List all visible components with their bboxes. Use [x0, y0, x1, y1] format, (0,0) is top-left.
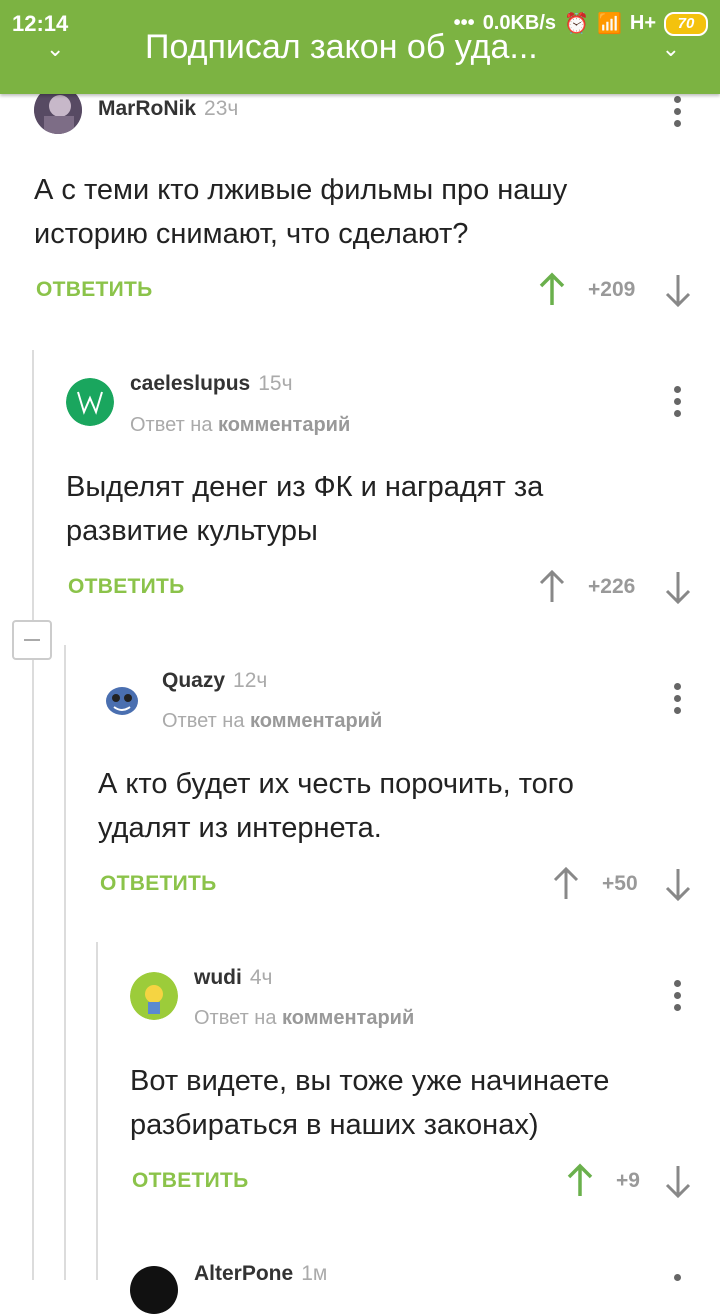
comment-time: 1м [301, 1262, 328, 1285]
status-icons: ••• 0.0KB/s ⏰ 📶 H+ 70 [454, 11, 708, 36]
comment-author[interactable]: caeleslupus 15ч [130, 372, 293, 396]
comment-author[interactable]: AlterPone 1м [194, 1262, 327, 1286]
thread-line [96, 942, 98, 1280]
signal-icon: 📶 [596, 13, 622, 35]
more-menu-icon[interactable] [674, 980, 682, 1016]
avatar[interactable] [130, 972, 178, 1020]
avatar[interactable] [130, 1266, 178, 1314]
comment-author[interactable]: MarRoNik 23ч [98, 97, 238, 121]
network-type: H+ [629, 12, 656, 34]
upvote-arrow-icon[interactable] [538, 569, 566, 605]
app-header: 12:14 ⌄ Подписал закон об уда... ⌄ ••• 0… [0, 0, 720, 94]
upvote-arrow-icon[interactable] [552, 866, 580, 902]
dots-icon: ••• [453, 12, 475, 34]
comment-author[interactable]: Quazy 12ч [162, 669, 267, 693]
comment-text: Выделят денег из ФК и наградят за развит… [66, 471, 544, 547]
downvote-arrow-icon[interactable] [664, 866, 692, 902]
comment-time: 15ч [258, 372, 293, 395]
comment-text: Вот видете, вы тоже уже начинаете разбир… [130, 1065, 610, 1141]
upvote-arrow-icon[interactable] [538, 272, 566, 308]
avatar[interactable] [66, 378, 114, 426]
thread-line [32, 350, 34, 1280]
downvote-arrow-icon[interactable] [664, 1163, 692, 1199]
comment-rating: +50 [602, 872, 638, 895]
comment-rating: +209 [588, 278, 636, 301]
more-menu-icon[interactable] [674, 96, 682, 132]
upvote-arrow-icon[interactable] [566, 1163, 594, 1199]
collapse-thread-button[interactable] [12, 620, 52, 660]
comment-author[interactable]: wudi 4ч [194, 966, 272, 990]
comment-rating: +9 [616, 1169, 640, 1192]
downvote-arrow-icon[interactable] [664, 272, 692, 308]
reply-to-label[interactable]: Ответ на комментарий [194, 1007, 414, 1030]
downvote-arrow-icon[interactable] [664, 569, 692, 605]
more-menu-icon[interactable] [674, 683, 682, 719]
comment-text: А с теми кто лживые фильмы про нашу исто… [34, 174, 568, 250]
avatar[interactable] [98, 675, 146, 723]
reply-button[interactable]: ОТВЕТИТЬ [68, 575, 185, 599]
reply-to-label[interactable]: Ответ на комментарий [162, 710, 382, 733]
back-chevron-icon[interactable]: ⌄ [46, 36, 64, 62]
thread-line [64, 645, 66, 1280]
title-chevron-icon[interactable]: ⌄ [662, 36, 680, 62]
status-time: 12:14 [12, 11, 69, 36]
alarm-icon: ⏰ [564, 13, 589, 35]
comment-time: 4ч [249, 966, 273, 989]
more-menu-icon[interactable] [674, 386, 682, 422]
reply-button[interactable]: ОТВЕТИТЬ [100, 872, 217, 896]
reply-button[interactable]: ОТВЕТИТЬ [36, 278, 153, 302]
more-menu-icon[interactable] [674, 1274, 682, 1286]
comment-text: А кто будет их честь порочить, того удал… [98, 768, 574, 844]
network-speed: 0.0KB/s [482, 12, 557, 34]
battery-icon: 70 [664, 11, 708, 36]
comment-time: 23ч [204, 97, 239, 120]
comment-rating: +226 [588, 575, 636, 598]
reply-to-label[interactable]: Ответ на комментарий [130, 414, 350, 437]
comment-time: 12ч [233, 669, 268, 692]
reply-button[interactable]: ОТВЕТИТЬ [132, 1169, 249, 1193]
